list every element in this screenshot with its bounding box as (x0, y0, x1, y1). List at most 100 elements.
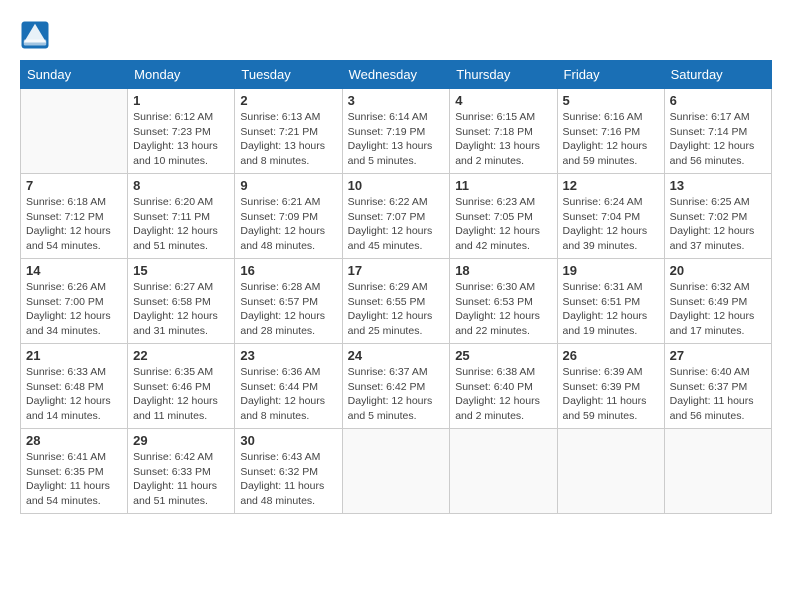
calendar-cell: 10 Sunrise: 6:22 AM Sunset: 7:07 PM Dayli… (342, 174, 450, 259)
calendar-cell: 4Sunrise: 6:15 AM Sunset: 7:18 PM Daylig… (450, 89, 557, 174)
calendar-cell: 21 Sunrise: 6:33 AM Sunset: 6:48 PM Dayli… (21, 344, 128, 429)
day-info: Sunrise: 6:17 AM Sunset: 7:14 PM Dayligh… (670, 110, 766, 169)
day-info: Sunrise: 6:36 AM Sunset: 6:44 PM Dayligh… (240, 365, 336, 424)
day-info: Sunrise: 6:39 AM Sunset: 6:39 PM Dayligh… (563, 365, 659, 424)
calendar-cell: 9Sunrise: 6:21 AM Sunset: 7:09 PM Daylig… (235, 174, 342, 259)
calendar-cell: 14 Sunrise: 6:26 AM Sunset: 7:00 PM Dayli… (21, 259, 128, 344)
day-info: Sunrise: 6:38 AM Sunset: 6:40 PM Dayligh… (455, 365, 551, 424)
day-info: Sunrise: 6:12 AM Sunset: 7:23 PM Dayligh… (133, 110, 229, 169)
day-number: 7 (26, 178, 122, 193)
weekday-header-sunday: Sunday (21, 61, 128, 89)
weekday-header-row: SundayMondayTuesdayWednesdayThursdayFrid… (21, 61, 772, 89)
day-number: 1 (133, 93, 229, 108)
calendar-cell: 22 Sunrise: 6:35 AM Sunset: 6:46 PM Dayli… (128, 344, 235, 429)
day-number: 27 (670, 348, 766, 363)
day-number: 17 (348, 263, 445, 278)
calendar-cell: 7 Sunrise: 6:18 AM Sunset: 7:12 PM Daylig… (21, 174, 128, 259)
page-header (20, 20, 772, 50)
day-number: 13 (670, 178, 766, 193)
weekday-header-tuesday: Tuesday (235, 61, 342, 89)
weekday-header-thursday: Thursday (450, 61, 557, 89)
day-info: Sunrise: 6:15 AM Sunset: 7:18 PM Dayligh… (455, 110, 551, 169)
day-info: Sunrise: 6:37 AM Sunset: 6:42 PM Dayligh… (348, 365, 445, 424)
day-info: Sunrise: 6:35 AM Sunset: 6:46 PM Dayligh… (133, 365, 229, 424)
calendar-cell: 30 Sunrise: 6:43 AM Sunset: 6:32 PM Dayli… (235, 429, 342, 514)
day-info: Sunrise: 6:27 AM Sunset: 6:58 PM Dayligh… (133, 280, 229, 339)
calendar-cell: 19Sunrise: 6:31 AM Sunset: 6:51 PM Dayli… (557, 259, 664, 344)
weekday-header-friday: Friday (557, 61, 664, 89)
calendar-cell (450, 429, 557, 514)
calendar-cell (557, 429, 664, 514)
day-info: Sunrise: 6:21 AM Sunset: 7:09 PM Dayligh… (240, 195, 336, 254)
calendar-cell: 15 Sunrise: 6:27 AM Sunset: 6:58 PM Dayli… (128, 259, 235, 344)
day-number: 26 (563, 348, 659, 363)
day-number: 30 (240, 433, 336, 448)
calendar-cell: 16 Sunrise: 6:28 AM Sunset: 6:57 PM Dayli… (235, 259, 342, 344)
calendar-cell: 6 Sunrise: 6:17 AM Sunset: 7:14 PM Daylig… (664, 89, 771, 174)
day-number: 16 (240, 263, 336, 278)
calendar-week-row: 21 Sunrise: 6:33 AM Sunset: 6:48 PM Dayli… (21, 344, 772, 429)
calendar-cell: 26 Sunrise: 6:39 AM Sunset: 6:39 PM Dayli… (557, 344, 664, 429)
day-number: 20 (670, 263, 766, 278)
calendar-cell: 12 Sunrise: 6:24 AM Sunset: 7:04 PM Dayli… (557, 174, 664, 259)
calendar-cell: 23 Sunrise: 6:36 AM Sunset: 6:44 PM Dayli… (235, 344, 342, 429)
day-info: Sunrise: 6:24 AM Sunset: 7:04 PM Dayligh… (563, 195, 659, 254)
calendar-week-row: 28 Sunrise: 6:41 AM Sunset: 6:35 PM Dayli… (21, 429, 772, 514)
day-info: Sunrise: 6:41 AM Sunset: 6:35 PM Dayligh… (26, 450, 122, 509)
day-info: Sunrise: 6:26 AM Sunset: 7:00 PM Dayligh… (26, 280, 122, 339)
calendar-cell: 25 Sunrise: 6:38 AM Sunset: 6:40 PM Dayli… (450, 344, 557, 429)
calendar-cell: 2Sunrise: 6:13 AM Sunset: 7:21 PM Daylig… (235, 89, 342, 174)
day-number: 10 (348, 178, 445, 193)
day-number: 5 (563, 93, 659, 108)
calendar-cell: 29Sunrise: 6:42 AM Sunset: 6:33 PM Dayli… (128, 429, 235, 514)
day-number: 28 (26, 433, 122, 448)
calendar-cell: 28 Sunrise: 6:41 AM Sunset: 6:35 PM Dayli… (21, 429, 128, 514)
day-number: 22 (133, 348, 229, 363)
calendar-week-row: 14 Sunrise: 6:26 AM Sunset: 7:00 PM Dayli… (21, 259, 772, 344)
calendar-table: SundayMondayTuesdayWednesdayThursdayFrid… (20, 60, 772, 514)
day-number: 25 (455, 348, 551, 363)
day-info: Sunrise: 6:25 AM Sunset: 7:02 PM Dayligh… (670, 195, 766, 254)
calendar-cell (21, 89, 128, 174)
day-number: 3 (348, 93, 445, 108)
day-number: 21 (26, 348, 122, 363)
day-info: Sunrise: 6:23 AM Sunset: 7:05 PM Dayligh… (455, 195, 551, 254)
day-number: 8 (133, 178, 229, 193)
day-info: Sunrise: 6:33 AM Sunset: 6:48 PM Dayligh… (26, 365, 122, 424)
day-number: 15 (133, 263, 229, 278)
calendar-cell (342, 429, 450, 514)
day-number: 14 (26, 263, 122, 278)
calendar-cell: 27 Sunrise: 6:40 AM Sunset: 6:37 PM Dayli… (664, 344, 771, 429)
day-number: 6 (670, 93, 766, 108)
day-number: 23 (240, 348, 336, 363)
calendar-cell: 18Sunrise: 6:30 AM Sunset: 6:53 PM Dayli… (450, 259, 557, 344)
day-number: 12 (563, 178, 659, 193)
calendar-cell: 24 Sunrise: 6:37 AM Sunset: 6:42 PM Dayli… (342, 344, 450, 429)
calendar-cell: 3Sunrise: 6:14 AM Sunset: 7:19 PM Daylig… (342, 89, 450, 174)
day-info: Sunrise: 6:28 AM Sunset: 6:57 PM Dayligh… (240, 280, 336, 339)
calendar-week-row: 7 Sunrise: 6:18 AM Sunset: 7:12 PM Daylig… (21, 174, 772, 259)
day-info: Sunrise: 6:20 AM Sunset: 7:11 PM Dayligh… (133, 195, 229, 254)
day-info: Sunrise: 6:29 AM Sunset: 6:55 PM Dayligh… (348, 280, 445, 339)
calendar-cell: 17 Sunrise: 6:29 AM Sunset: 6:55 PM Dayli… (342, 259, 450, 344)
day-info: Sunrise: 6:18 AM Sunset: 7:12 PM Dayligh… (26, 195, 122, 254)
day-info: Sunrise: 6:32 AM Sunset: 6:49 PM Dayligh… (670, 280, 766, 339)
day-info: Sunrise: 6:30 AM Sunset: 6:53 PM Dayligh… (455, 280, 551, 339)
day-number: 11 (455, 178, 551, 193)
weekday-header-saturday: Saturday (664, 61, 771, 89)
day-info: Sunrise: 6:22 AM Sunset: 7:07 PM Dayligh… (348, 195, 445, 254)
calendar-cell (664, 429, 771, 514)
day-info: Sunrise: 6:42 AM Sunset: 6:33 PM Dayligh… (133, 450, 229, 509)
weekday-header-monday: Monday (128, 61, 235, 89)
calendar-cell: 8 Sunrise: 6:20 AM Sunset: 7:11 PM Daylig… (128, 174, 235, 259)
calendar-cell: 20 Sunrise: 6:32 AM Sunset: 6:49 PM Dayli… (664, 259, 771, 344)
logo-icon (20, 20, 50, 50)
day-number: 19 (563, 263, 659, 278)
logo (20, 20, 54, 50)
calendar-week-row: 1 Sunrise: 6:12 AM Sunset: 7:23 PM Daylig… (21, 89, 772, 174)
weekday-header-wednesday: Wednesday (342, 61, 450, 89)
day-info: Sunrise: 6:43 AM Sunset: 6:32 PM Dayligh… (240, 450, 336, 509)
day-info: Sunrise: 6:13 AM Sunset: 7:21 PM Dayligh… (240, 110, 336, 169)
day-number: 24 (348, 348, 445, 363)
day-info: Sunrise: 6:40 AM Sunset: 6:37 PM Dayligh… (670, 365, 766, 424)
